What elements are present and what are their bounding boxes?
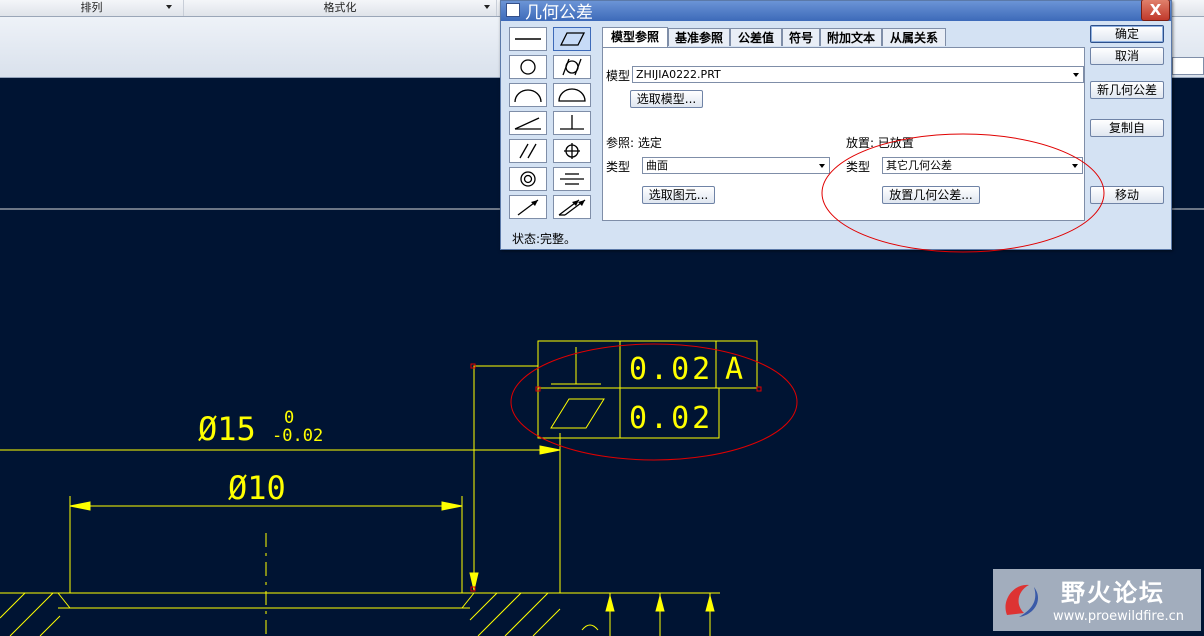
toolbar-field[interactable] xyxy=(1172,57,1204,75)
tab-tolerance-value[interactable]: 公差值 xyxy=(730,28,782,46)
dialog-title: 几何公差 xyxy=(525,3,593,23)
chevron-down-icon xyxy=(166,5,172,9)
tab-additional-text[interactable]: 附加文本 xyxy=(820,28,882,46)
gtol-row2-value: 0.02 xyxy=(629,401,713,436)
dim1-tol-lower: -0.02 xyxy=(272,426,323,446)
tab-dependency[interactable]: 从属关系 xyxy=(882,28,946,46)
watermark-title: 野火论坛 xyxy=(1061,579,1165,607)
dialog-app-icon xyxy=(506,3,520,17)
circularity-icon[interactable] xyxy=(509,55,547,79)
ref-type-select[interactable]: 曲面 xyxy=(642,157,830,174)
tab-datum-reference[interactable]: 基准参照 xyxy=(668,28,730,46)
angularity-icon[interactable] xyxy=(509,111,547,135)
ribbon-group-arrange-label: 排列 xyxy=(80,1,103,14)
close-icon: X xyxy=(1149,1,1162,19)
flatness-symbol xyxy=(550,398,605,429)
annotation-ellipse-placement xyxy=(821,133,1105,253)
straightness-icon[interactable] xyxy=(509,27,547,51)
surface-profile-icon[interactable] xyxy=(553,83,591,107)
parallelism-icon[interactable] xyxy=(509,139,547,163)
perpendicularity-symbol xyxy=(551,347,601,385)
dim1-tol-upper: 0 xyxy=(284,408,294,428)
ref-type-select-value: 曲面 xyxy=(646,159,668,172)
ribbon-group-format-label: 格式化 xyxy=(323,1,357,14)
section-hatching xyxy=(0,592,561,636)
model-select-value: ZHIJIA0222.PRT xyxy=(636,68,721,81)
chevron-down-icon xyxy=(484,5,490,9)
dialog-titlebar[interactable]: 几何公差 xyxy=(501,1,1171,23)
dim1-label[interactable]: Ø15 xyxy=(198,410,256,448)
new-gtol-button[interactable]: 新几何公差 xyxy=(1090,81,1164,99)
model-label: 模型 xyxy=(606,69,631,83)
position-icon[interactable] xyxy=(553,139,591,163)
ref-type-label: 类型 xyxy=(606,160,631,174)
ribbon-group-arrange[interactable]: 排列 xyxy=(0,0,184,16)
concentricity-icon[interactable] xyxy=(509,167,547,191)
dialog-status: 状态:完整。 xyxy=(512,232,577,246)
flatness-icon[interactable] xyxy=(553,27,591,51)
chevron-down-icon xyxy=(1073,73,1079,77)
symmetry-icon[interactable] xyxy=(553,167,591,191)
gtol-row1-datum: A xyxy=(725,352,743,387)
gtol-leader xyxy=(473,365,538,590)
tab-model-reference[interactable]: 模型参照 xyxy=(602,27,668,47)
cancel-button[interactable]: 取消 xyxy=(1090,47,1164,65)
tab-symbol[interactable]: 符号 xyxy=(782,28,820,46)
select-model-button[interactable]: 选取模型... xyxy=(630,90,703,108)
dim2-label[interactable]: Ø10 xyxy=(228,469,286,507)
forum-watermark: 野火论坛 www.proewildfire.cn xyxy=(993,569,1201,631)
perpendicularity-icon[interactable] xyxy=(553,111,591,135)
ribbon-group-format[interactable]: 格式化 xyxy=(184,0,497,16)
close-button[interactable]: X xyxy=(1141,0,1170,21)
line-profile-icon[interactable] xyxy=(509,83,547,107)
ok-button[interactable]: 确定 xyxy=(1090,25,1164,43)
gtol-row1-value: 0.02 xyxy=(629,352,713,387)
select-entity-button[interactable]: 选取图元... xyxy=(642,186,715,204)
wildfire-logo-icon xyxy=(1005,584,1039,617)
gtol-symbol-palette xyxy=(509,27,597,223)
total-runout-icon[interactable] xyxy=(553,195,591,219)
circular-runout-icon[interactable] xyxy=(509,195,547,219)
cylindricity-icon[interactable] xyxy=(553,55,591,79)
model-select[interactable]: ZHIJIA0222.PRT xyxy=(632,66,1084,83)
watermark-url: www.proewildfire.cn xyxy=(1053,609,1184,624)
reference-status-label: 参照: 选定 xyxy=(606,136,662,150)
